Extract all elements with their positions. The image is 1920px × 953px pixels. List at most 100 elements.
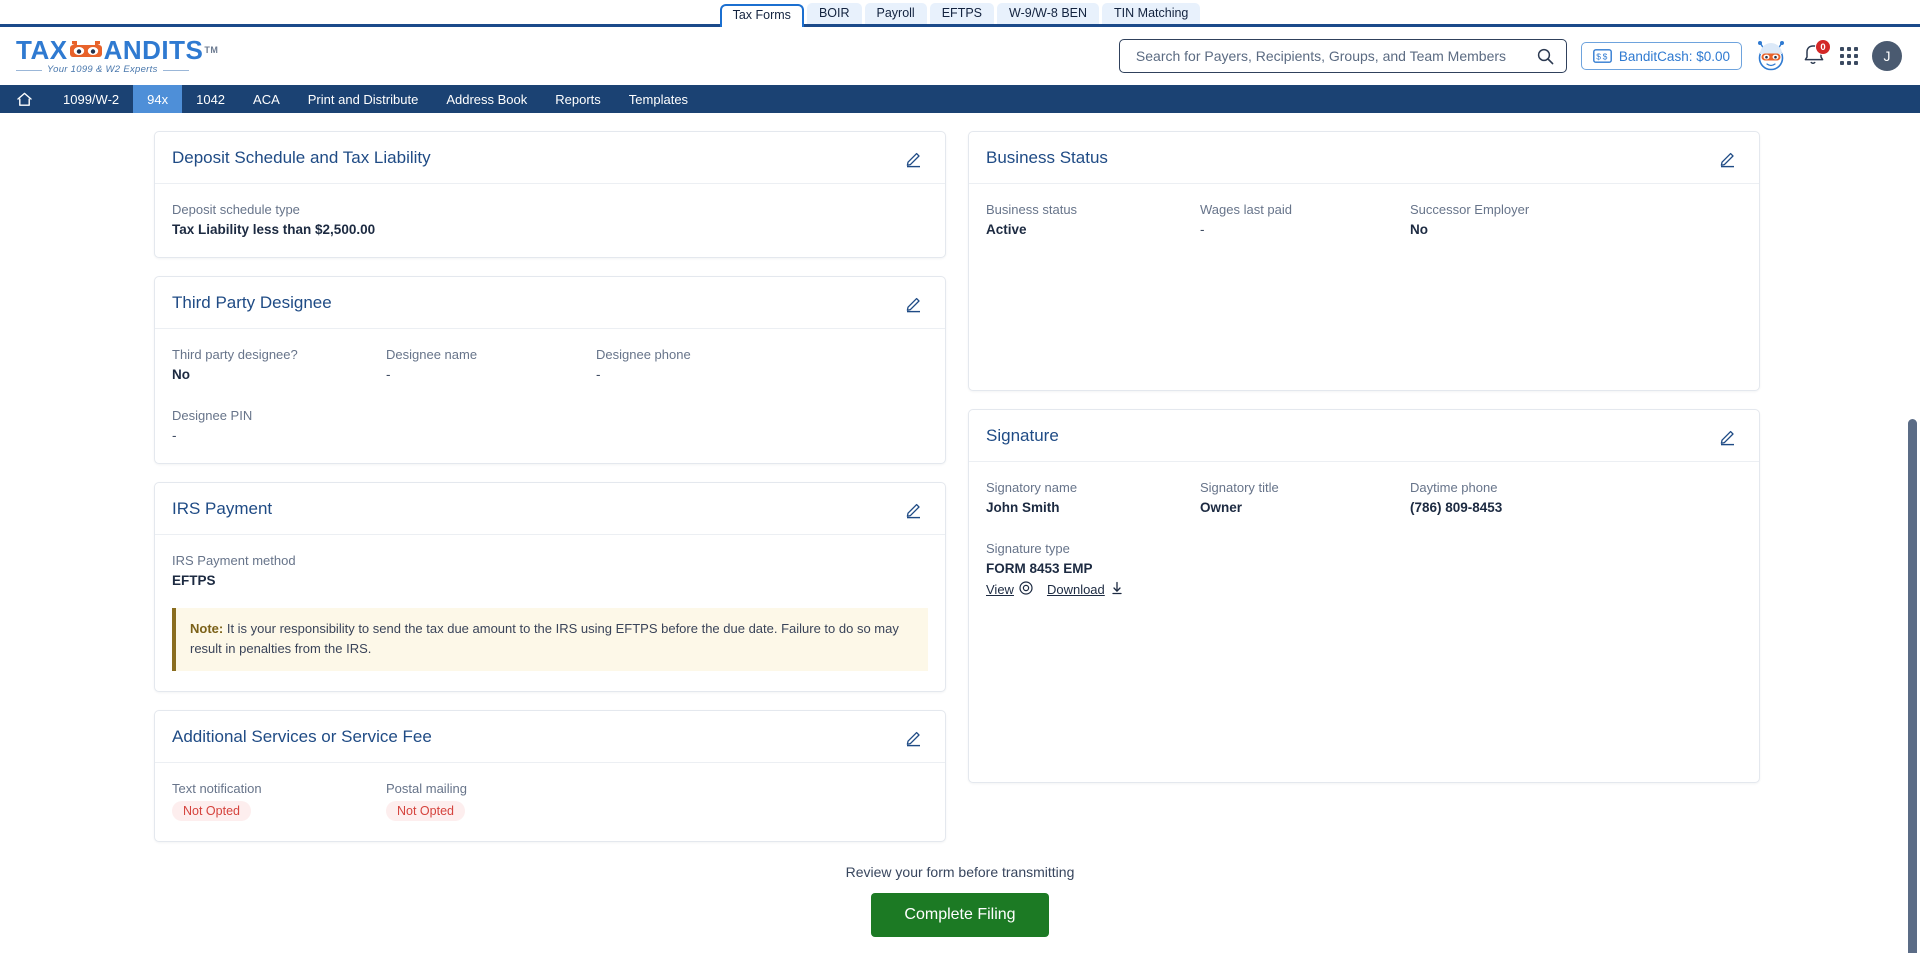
- edit-pencil-icon[interactable]: [904, 149, 923, 168]
- card-title: Signature: [986, 426, 1059, 445]
- search-input[interactable]: [1135, 48, 1537, 64]
- bandit-cash-button[interactable]: $ $ BanditCash: $0.00: [1580, 42, 1742, 70]
- nav-item-print-and-distribute[interactable]: Print and Distribute: [294, 85, 433, 113]
- nav-item-label: 94x: [147, 91, 169, 107]
- top-tab-payroll[interactable]: Payroll: [864, 2, 927, 24]
- nav-item-94x[interactable]: 94x: [133, 85, 183, 113]
- download-label: Download: [1046, 582, 1105, 597]
- field-value: -: [386, 367, 391, 382]
- field-value: No: [172, 367, 190, 382]
- header-actions: $ $ BanditCash: $0.00: [1118, 39, 1902, 73]
- grid-dot: [1854, 47, 1858, 51]
- grid-dot: [1847, 54, 1851, 58]
- user-avatar[interactable]: J: [1872, 41, 1902, 71]
- field-postal-mailing: Postal mailing Not Opted: [386, 781, 467, 822]
- field-designee-phone: Designee phone -: [596, 347, 691, 382]
- bandit-bot-icon[interactable]: [1756, 41, 1786, 71]
- global-search[interactable]: [1118, 39, 1567, 73]
- form-review-page: Deposit Schedule and Tax Liability Depos…: [0, 113, 1920, 953]
- field-label: Text notification: [172, 781, 262, 797]
- field-label: Designee phone: [596, 347, 691, 362]
- page-footer: Review your form before transmitting Com…: [0, 860, 1920, 938]
- bandit-mask-icon: [69, 41, 103, 59]
- top-tab-tax-forms[interactable]: Tax Forms: [719, 3, 804, 27]
- note-text: It is your responsibility to send the ta…: [190, 621, 899, 657]
- top-tab-tin-matching[interactable]: TIN Matching: [1102, 2, 1201, 24]
- grid-dot: [1847, 61, 1851, 65]
- card-body: Signatory name John Smith Signatory titl…: [969, 462, 1759, 618]
- field-row: Text notification Not Opted Postal maili…: [172, 781, 928, 822]
- svg-text:$: $: [1596, 51, 1601, 61]
- card-header: Third Party Designee: [155, 277, 945, 329]
- top-tab-boir[interactable]: BOIR: [806, 2, 862, 24]
- grid-dot: [1840, 54, 1844, 58]
- grid-dot: [1854, 61, 1858, 65]
- card-title: Business Status: [986, 148, 1108, 167]
- field-row: Business status Active Wages last paid -…: [986, 202, 1742, 237]
- search-icon[interactable]: [1537, 48, 1554, 65]
- note-prefix: Note:: [190, 621, 224, 636]
- tagline-rule-right: [162, 69, 189, 71]
- top-tab-label: Tax Forms: [732, 7, 791, 22]
- field-label: Business status: [986, 202, 1078, 217]
- field-business-status: Business status Active: [986, 202, 1200, 237]
- nav-item-aca[interactable]: ACA: [239, 85, 294, 113]
- trademark-symbol: TM: [204, 44, 219, 55]
- left-column: Deposit Schedule and Tax Liability Depos…: [154, 131, 946, 860]
- edit-pencil-icon[interactable]: [904, 728, 923, 747]
- card-title: Third Party Designee: [172, 293, 332, 312]
- card-header: Business Status: [969, 132, 1759, 184]
- field-deposit-schedule-type: Deposit schedule type Tax Liability less…: [172, 202, 375, 237]
- field-label: Signature type: [986, 541, 1070, 556]
- field-designee-name: Designee name -: [386, 347, 596, 382]
- card-business-status: Business Status Business status Active W…: [968, 131, 1760, 391]
- nav-item-templates[interactable]: Templates: [615, 85, 702, 113]
- scrollbar-thumb[interactable]: [1908, 419, 1917, 953]
- edit-pencil-icon[interactable]: [904, 294, 923, 313]
- right-column: Business Status Business status Active W…: [968, 131, 1760, 860]
- top-tab-w9-w8ben[interactable]: W-9/W-8 BEN: [997, 2, 1100, 24]
- logo-text-bandits: ANDITS: [103, 35, 204, 66]
- review-note: Review your form before transmitting: [845, 864, 1075, 881]
- card-header: Signature: [969, 410, 1759, 462]
- field-row: IRS Payment method EFTPS: [172, 553, 928, 588]
- top-tab-eftps[interactable]: EFTPS: [929, 2, 995, 24]
- field-signatory-title: Signatory title Owner: [1200, 480, 1410, 515]
- field-row: Third party designee? No Designee name -…: [172, 347, 928, 382]
- complete-filing-button[interactable]: Complete Filing: [871, 893, 1049, 938]
- field-value: (786) 809-8453: [1410, 500, 1503, 515]
- card-title: Additional Services or Service Fee: [172, 727, 432, 747]
- field-label: Successor Employer: [1410, 202, 1530, 217]
- taxbandits-logo[interactable]: TAX ANDITS TM Your 1099 & W2 Experts: [16, 37, 218, 75]
- nav-item-reports[interactable]: Reports: [541, 85, 615, 113]
- nav-item-1042[interactable]: 1042: [182, 85, 239, 113]
- apps-grid-icon[interactable]: [1840, 47, 1858, 65]
- page-scrollbar[interactable]: [1908, 113, 1917, 953]
- field-signatory-name: Signatory name John Smith: [986, 480, 1200, 515]
- top-tab-label: Payroll: [876, 5, 915, 20]
- signature-actions: View Download: [986, 581, 1124, 598]
- field-value: FORM 8453 EMP: [986, 561, 1093, 576]
- top-tab-label: EFTPS: [941, 5, 983, 20]
- download-icon: [1110, 581, 1124, 598]
- nav-item-1099-w2[interactable]: 1099/W-2: [49, 85, 133, 113]
- edit-pencil-icon[interactable]: [1718, 149, 1737, 168]
- field-third-party-designee: Third party designee? No: [172, 347, 386, 382]
- field-signature-type: Signature type FORM 8453 EMP View Downlo…: [986, 541, 1124, 598]
- field-row: Signatory name John Smith Signatory titl…: [986, 480, 1742, 515]
- top-tab-label: W-9/W-8 BEN: [1009, 5, 1088, 20]
- nav-item-label: Reports: [555, 91, 601, 107]
- card-body: IRS Payment method EFTPS Note: It is you…: [155, 535, 945, 691]
- download-signature-link[interactable]: Download: [1047, 581, 1124, 598]
- edit-pencil-icon[interactable]: [904, 500, 923, 519]
- field-designee-pin: Designee PIN -: [172, 408, 386, 443]
- card-body: Third party designee? No Designee name -…: [155, 329, 945, 463]
- edit-pencil-icon[interactable]: [1718, 427, 1737, 446]
- field-label: Postal mailing: [386, 781, 467, 797]
- view-signature-link[interactable]: View: [986, 581, 1033, 598]
- notification-bell-icon[interactable]: 0: [1800, 39, 1831, 70]
- nav-item-label: Address Book: [446, 91, 528, 107]
- nav-item-address-book[interactable]: Address Book: [432, 85, 541, 113]
- field-successor-employer: Successor Employer No: [1410, 202, 1529, 237]
- nav-item-home[interactable]: [0, 85, 49, 113]
